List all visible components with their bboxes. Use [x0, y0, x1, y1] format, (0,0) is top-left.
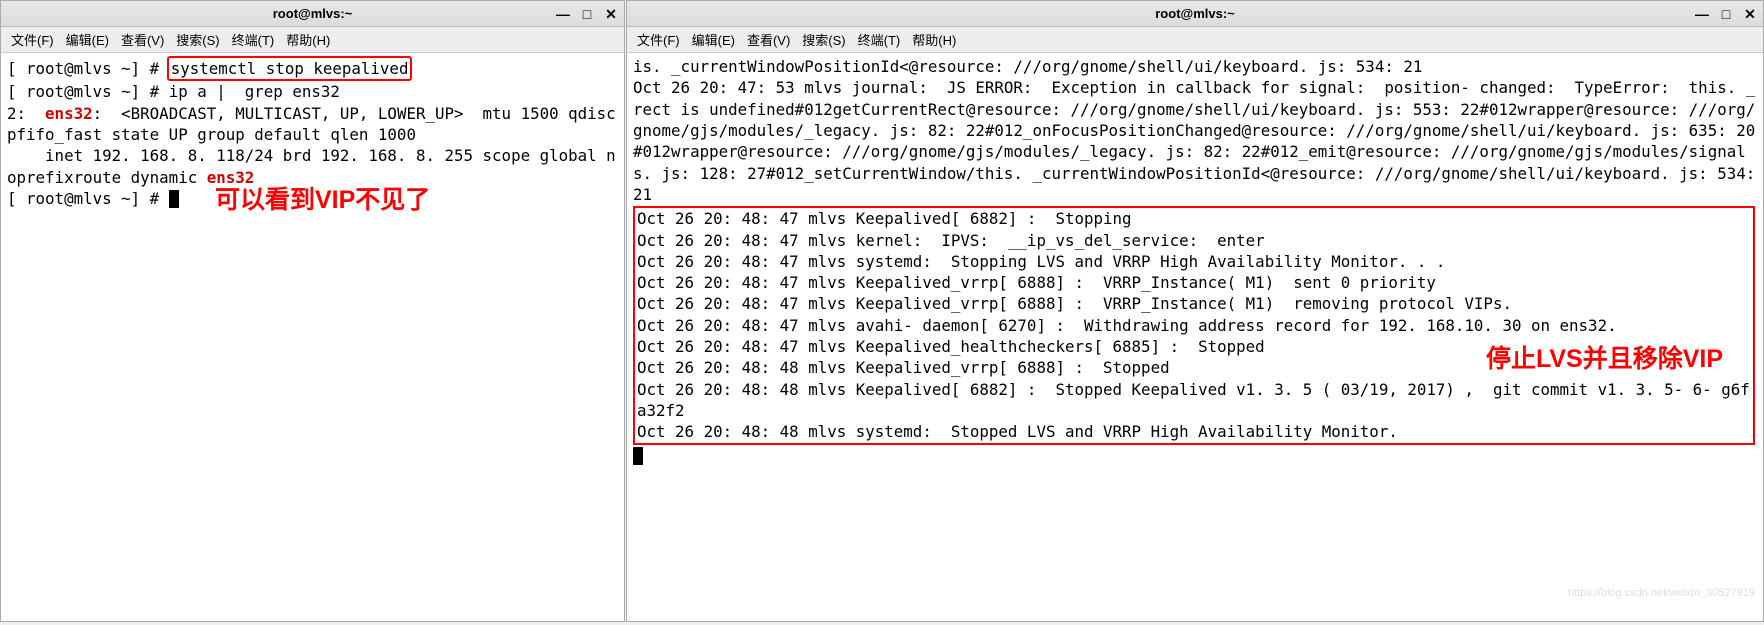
highlighted-log-box: Oct 26 20: 48: 47 mlvs Keepalived[ 6882]…	[633, 206, 1755, 444]
output-text: 2:	[7, 104, 45, 123]
menu-help[interactable]: 帮助(H)	[908, 28, 960, 51]
cursor-icon	[633, 447, 643, 465]
menu-file[interactable]: 文件(F)	[7, 28, 58, 51]
minimize-icon[interactable]: —	[556, 7, 570, 21]
menu-file[interactable]: 文件(F)	[633, 28, 684, 51]
terminal-content-right[interactable]: is. _currentWindowPositionId<@resource: …	[627, 53, 1763, 621]
close-icon[interactable]: ✕	[604, 7, 618, 21]
menu-view[interactable]: 查看(V)	[743, 28, 794, 51]
terminal-window-left: root@mlvs:~ — □ ✕ 文件(F) 编辑(E) 查看(V) 搜索(S…	[0, 0, 625, 622]
menu-view[interactable]: 查看(V)	[117, 28, 168, 51]
cursor-icon	[169, 190, 179, 208]
output-text: : <BROADCAST, MULTICAST, UP, LOWER_UP> m…	[7, 104, 624, 144]
log-output-boxed: Oct 26 20: 48: 47 mlvs Keepalived[ 6882]…	[637, 209, 1750, 441]
menu-terminal[interactable]: 终端(T)	[854, 28, 905, 51]
interface-name: ens32	[45, 104, 93, 123]
close-icon[interactable]: ✕	[1743, 7, 1757, 21]
annotation-stop-lvs: 停止LVS并且移除VIP	[1486, 343, 1723, 377]
prompt: [ root@mlvs ~] #	[7, 59, 169, 78]
highlighted-command: systemctl stop keepalived	[167, 56, 413, 81]
menubar-left: 文件(F) 编辑(E) 查看(V) 搜索(S) 终端(T) 帮助(H)	[1, 27, 624, 53]
terminal-content-left[interactable]: [ root@mlvs ~] # systemctl stop keepaliv…	[1, 53, 624, 621]
menubar-right: 文件(F) 编辑(E) 查看(V) 搜索(S) 终端(T) 帮助(H)	[627, 27, 1763, 53]
window-controls: — □ ✕	[1695, 7, 1757, 21]
window-title: root@mlvs:~	[273, 6, 353, 21]
titlebar-left: root@mlvs:~ — □ ✕	[1, 1, 624, 27]
menu-terminal[interactable]: 终端(T)	[228, 28, 279, 51]
minimize-icon[interactable]: —	[1695, 7, 1709, 21]
titlebar-right: root@mlvs:~ — □ ✕	[627, 1, 1763, 27]
window-title: root@mlvs:~	[1155, 6, 1235, 21]
log-output-top: is. _currentWindowPositionId<@resource: …	[633, 57, 1763, 204]
menu-edit[interactable]: 编辑(E)	[688, 28, 739, 51]
window-controls: — □ ✕	[556, 7, 618, 21]
menu-edit[interactable]: 编辑(E)	[62, 28, 113, 51]
prompt: [ root@mlvs ~] #	[7, 189, 169, 208]
watermark-text: https://blog.csdn.net/weixin_30527919	[1568, 586, 1755, 601]
menu-help[interactable]: 帮助(H)	[282, 28, 334, 51]
command-text: ip a | grep ens32	[169, 82, 340, 101]
annotation-vip-gone: 可以看到VIP不见了	[215, 184, 430, 218]
menu-search[interactable]: 搜索(S)	[798, 28, 849, 51]
prompt: [ root@mlvs ~] #	[7, 82, 169, 101]
menu-search[interactable]: 搜索(S)	[172, 28, 223, 51]
maximize-icon[interactable]: □	[580, 7, 594, 21]
terminal-window-right: root@mlvs:~ — □ ✕ 文件(F) 编辑(E) 查看(V) 搜索(S…	[626, 0, 1764, 622]
maximize-icon[interactable]: □	[1719, 7, 1733, 21]
output-text: inet 192. 168. 8. 118/24 brd 192. 168. 8…	[7, 146, 616, 186]
